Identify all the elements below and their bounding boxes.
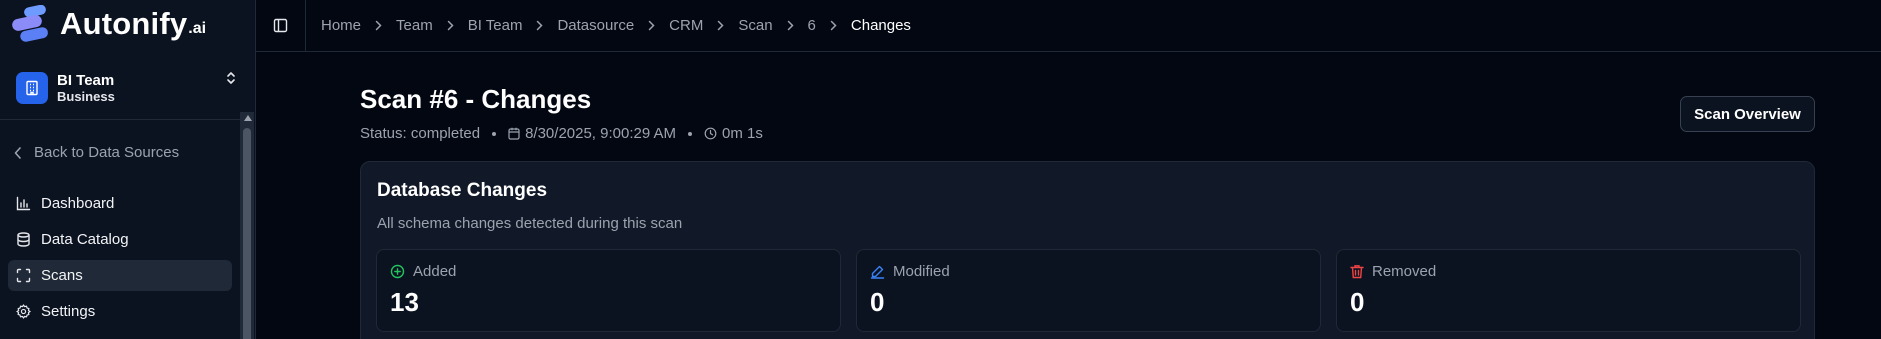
chevron-right-icon bbox=[830, 20, 837, 31]
scroll-up-arrow-icon[interactable] bbox=[244, 115, 252, 121]
scan-duration: 0m 1s bbox=[722, 125, 763, 142]
pencil-icon bbox=[870, 265, 885, 279]
sidebar: Autonify .ai BI Team Business Back to Da… bbox=[0, 0, 256, 339]
database-icon bbox=[17, 232, 30, 247]
breadcrumb-scan[interactable]: Scan bbox=[738, 17, 772, 34]
added-stat: Added 13 bbox=[376, 249, 841, 332]
team-switcher[interactable]: BI Team Business bbox=[0, 56, 255, 120]
stat-label: Added bbox=[413, 263, 457, 280]
breadcrumb-scan-id[interactable]: 6 bbox=[808, 17, 816, 34]
chevron-right-icon bbox=[717, 20, 724, 31]
chevron-left-icon bbox=[14, 146, 21, 159]
scan-date: 8/30/2025, 9:00:29 AM bbox=[525, 125, 677, 142]
gear-icon bbox=[16, 304, 31, 319]
top-bar: Home Team BI Team Datasource CRM Scan 6 … bbox=[256, 0, 1881, 52]
sidebar-item-data-catalog[interactable]: Data Catalog bbox=[8, 224, 232, 255]
bar-chart-icon bbox=[16, 196, 31, 211]
sidebar-toggle-button[interactable] bbox=[256, 0, 306, 52]
chevron-right-icon bbox=[787, 20, 794, 31]
sidebar-item-label: Scans bbox=[41, 267, 83, 284]
page-title: Scan #6 - Changes bbox=[360, 84, 592, 114]
chevron-right-icon bbox=[375, 20, 382, 31]
panel-left-icon bbox=[273, 18, 288, 33]
card-title: Database Changes bbox=[377, 180, 548, 201]
sidebar-nav: Dashboard Data Catalog Scans Settings bbox=[8, 188, 232, 332]
meta-separator bbox=[492, 131, 497, 136]
chevron-right-icon bbox=[447, 20, 454, 31]
scrollbar-thumb[interactable] bbox=[243, 128, 251, 339]
modified-stat: Modified 0 bbox=[856, 249, 1321, 332]
trash-icon bbox=[1350, 265, 1364, 279]
sidebar-item-settings[interactable]: Settings bbox=[8, 296, 232, 327]
sidebar-item-label: Settings bbox=[41, 303, 96, 320]
brand-mark-icon bbox=[10, 4, 56, 43]
sidebar-item-label: Dashboard bbox=[41, 195, 115, 212]
brand-logo[interactable]: Autonify .ai bbox=[10, 4, 206, 44]
breadcrumb-current: Changes bbox=[850, 17, 911, 34]
sidebar-item-scans[interactable]: Scans bbox=[8, 260, 232, 291]
meta-separator bbox=[688, 131, 693, 136]
sidebar-scrollbar[interactable] bbox=[240, 112, 254, 339]
chevron-right-icon bbox=[648, 20, 655, 31]
brand-suffix: .ai bbox=[188, 20, 207, 37]
team-plan: Business bbox=[57, 89, 115, 104]
sidebar-item-label: Data Catalog bbox=[41, 231, 129, 248]
breadcrumb-crm[interactable]: CRM bbox=[669, 17, 703, 34]
breadcrumb-datasource[interactable]: Datasource bbox=[557, 17, 634, 34]
scan-meta: Status: completed 8/30/2025, 9:00:29 AM … bbox=[360, 125, 763, 142]
database-changes-card: Database Changes All schema changes dete… bbox=[360, 161, 1815, 339]
breadcrumb-home[interactable]: Home bbox=[321, 17, 361, 34]
stat-label: Modified bbox=[893, 263, 950, 280]
calendar-icon bbox=[508, 127, 520, 140]
stat-label: Removed bbox=[1372, 263, 1437, 280]
card-subtitle: All schema changes detected during this … bbox=[377, 215, 683, 232]
building-icon bbox=[16, 72, 48, 104]
chevron-right-icon bbox=[536, 20, 544, 31]
scan-status: Status: completed bbox=[360, 125, 481, 142]
breadcrumb-bi-team[interactable]: BI Team bbox=[468, 17, 523, 34]
scan-overview-button[interactable]: Scan Overview bbox=[1680, 96, 1815, 132]
chevrons-up-down-icon bbox=[227, 72, 235, 84]
clock-icon bbox=[704, 127, 717, 140]
sidebar-divider bbox=[0, 119, 240, 120]
breadcrumb: Home Team BI Team Datasource CRM Scan 6 … bbox=[306, 17, 911, 34]
plus-circle-icon bbox=[390, 264, 405, 279]
removed-stat: Removed 0 bbox=[1336, 249, 1801, 332]
stat-value: 0 bbox=[1350, 287, 1365, 317]
back-to-data-sources-link[interactable]: Back to Data Sources bbox=[14, 144, 179, 161]
sidebar-item-dashboard[interactable]: Dashboard bbox=[8, 188, 232, 219]
brand-name: Autonify bbox=[60, 6, 188, 41]
stat-value: 0 bbox=[870, 287, 885, 317]
back-link-label: Back to Data Sources bbox=[34, 144, 180, 161]
scan-icon bbox=[16, 268, 31, 283]
breadcrumb-team[interactable]: Team bbox=[396, 17, 433, 34]
stat-value: 13 bbox=[390, 287, 419, 317]
team-name: BI Team bbox=[57, 72, 115, 89]
